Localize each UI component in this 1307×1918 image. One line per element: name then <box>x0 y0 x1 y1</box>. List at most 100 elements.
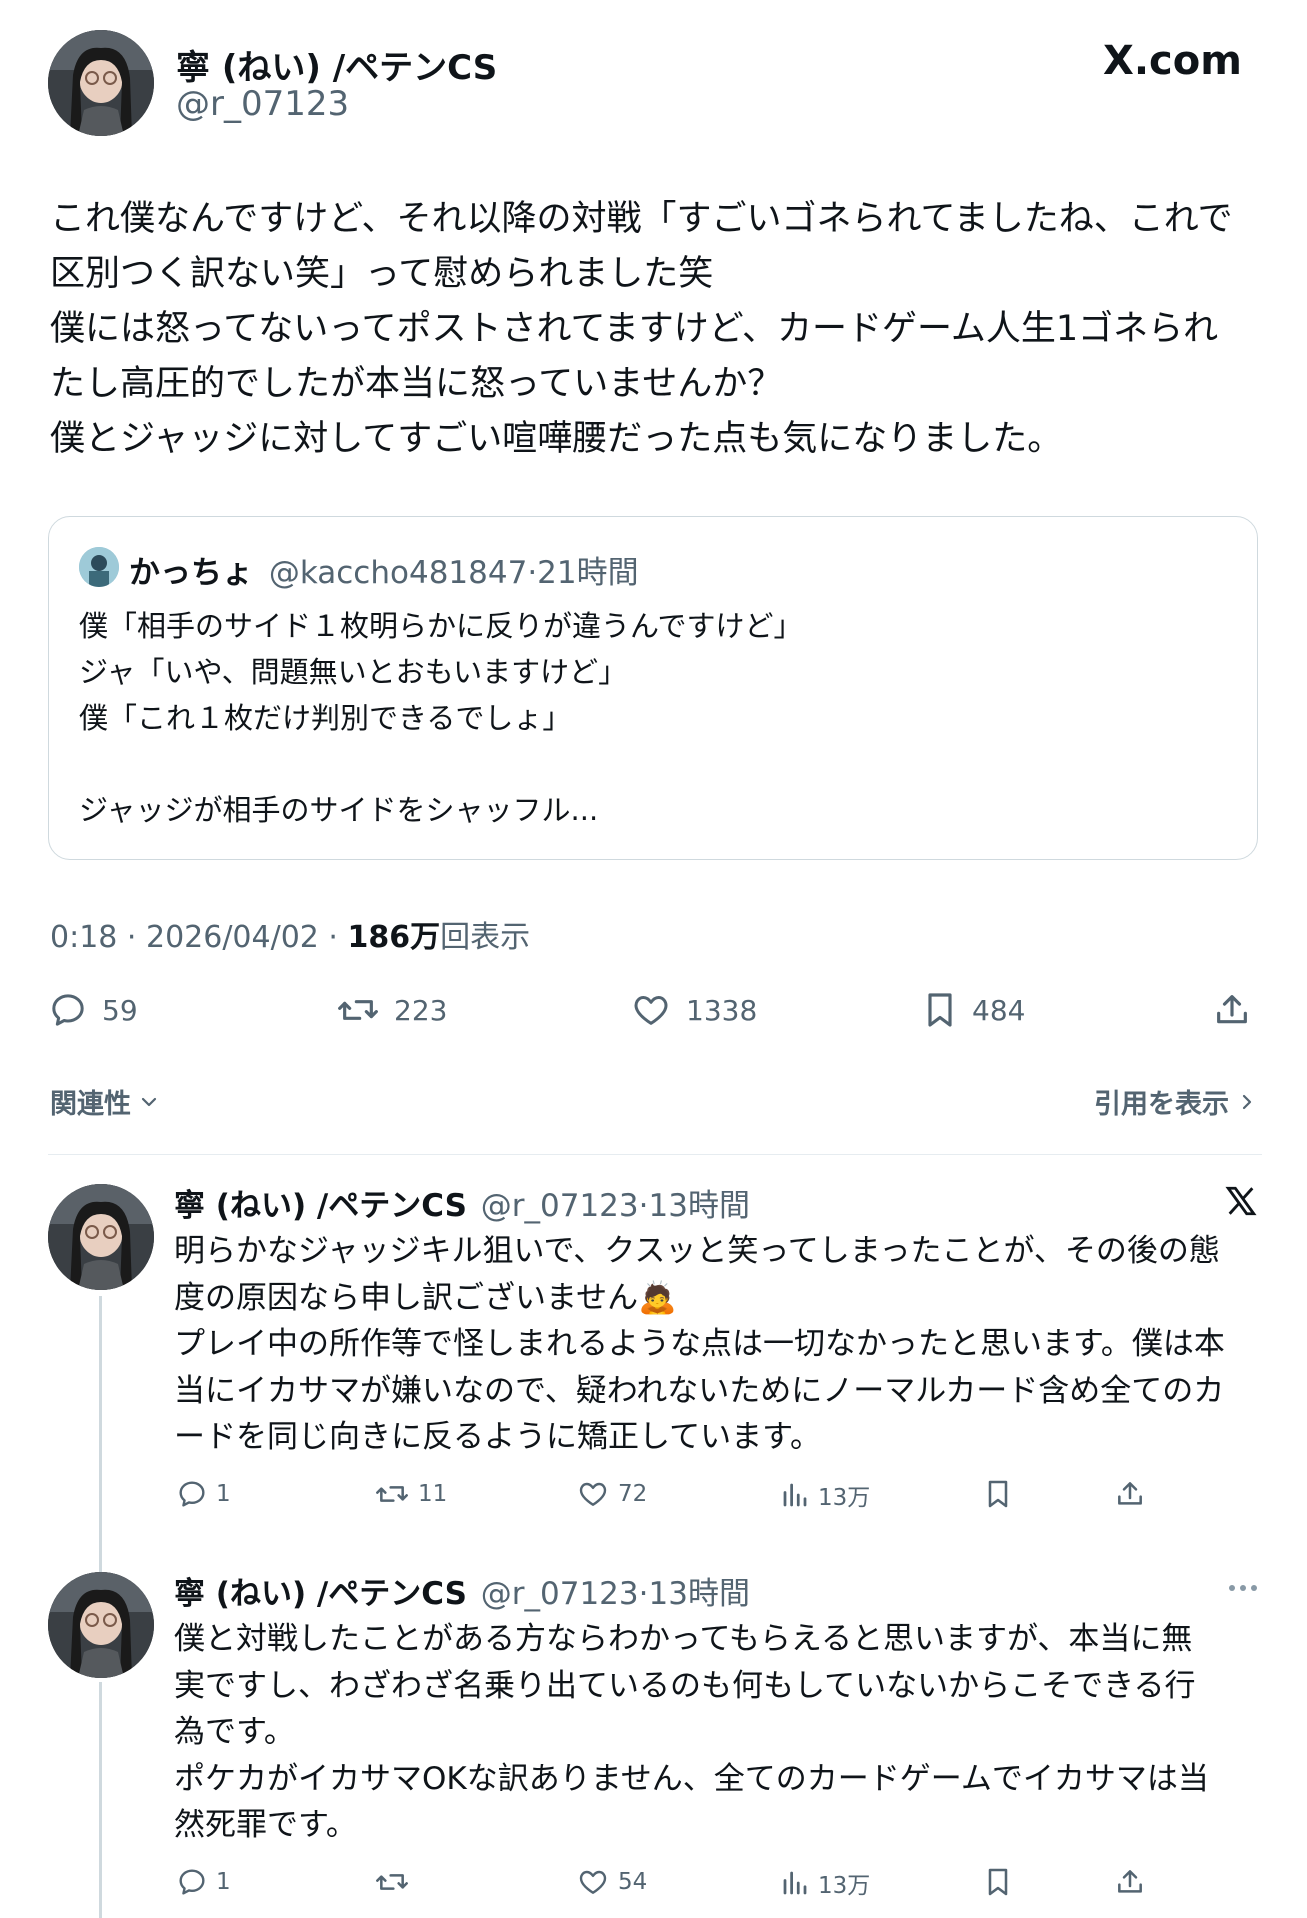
x-small-logo <box>1224 1184 1258 1222</box>
author-avatar[interactable] <box>48 30 154 136</box>
reply-author-name[interactable]: 寧 (ねい) /ペテンCS <box>174 1188 467 1224</box>
thread-connector <box>99 1682 102 1918</box>
views-label: 回表示 <box>440 920 531 955</box>
reply-text-line: 度の原因なら申し訳ございません🙇 <box>174 1279 677 1316</box>
quote-author-avatar <box>79 547 119 587</box>
reply-text-line: 僕と対戦したことがある方ならわかってもらえると思いますが、本当に無 <box>174 1621 1193 1657</box>
heart-icon <box>579 1870 607 1894</box>
views-count: 13万 <box>818 1485 871 1511</box>
post-text-line: 区別つく訳ない笑」って慰められました笑 <box>50 254 714 294</box>
reply-text-line: 当にイカサマが嫌いなので、疑われないためにノーマルカード含め全てのカ <box>174 1372 1225 1409</box>
reply-count: 1 <box>216 1481 231 1507</box>
share-icon <box>1118 1482 1142 1505</box>
reply-text-line: 実ですし、わざわざ名乗り出ているのも何もしていないからこそできる行 <box>174 1667 1196 1704</box>
reply-time[interactable]: ·13時間 <box>639 1188 750 1224</box>
post-text-line: これ僕なんですけど、それ以降の対戦「すごいゴネられてましたね、これで <box>50 199 1233 239</box>
reply-like-button[interactable]: 54 <box>576 1866 647 1898</box>
repost-icon <box>376 1874 408 1890</box>
reply-reply-button[interactable]: 1 <box>176 1866 231 1898</box>
reply-repost-button[interactable]: 11 <box>374 1478 447 1510</box>
reply-author-handle[interactable]: @r_07123 <box>481 1576 639 1612</box>
reply-views-button[interactable]: 13万 <box>780 1866 870 1900</box>
reply-author-avatar[interactable] <box>48 1572 154 1678</box>
reply-text-line: ポケカがイカサマOKな訳ありません、全てのカードゲームでイカサマは当 <box>174 1760 1209 1797</box>
bookmark-icon <box>988 1480 1008 1508</box>
quoted-post[interactable]: かっちょ @kaccho481847·21時間 僕「相手のサイド１枚明らかに反り… <box>48 516 1258 860</box>
reply-time[interactable]: ·13時間 <box>639 1576 750 1612</box>
bookmark-icon <box>928 993 952 1027</box>
divider <box>48 1154 1262 1155</box>
reply-share-button[interactable] <box>1114 1478 1154 1510</box>
heart-icon <box>634 996 668 1025</box>
more-options-button[interactable] <box>1226 1578 1260 1602</box>
reply-repost-button[interactable] <box>374 1866 418 1898</box>
reply-text-line: 然死罪です。 <box>174 1807 357 1843</box>
reply-author-avatar[interactable] <box>48 1184 154 1290</box>
reply-text-line: 明らかなジャッジキル狙いで、クスッと笑ってしまったことが、その後の態 <box>174 1233 1220 1269</box>
post-text-line: たし高圧的でしたが本当に怒っていませんか？ <box>50 364 783 404</box>
heart-icon <box>579 1482 607 1506</box>
analytics-icon <box>783 1483 807 1507</box>
post-text: これ僕なんですけど、それ以降の対戦「すごいゴネられてましたね、これで 区別つく訳… <box>50 192 1270 467</box>
sort-dropdown[interactable]: 関連性 <box>50 1082 161 1121</box>
quote-text-line: 僕「これ１枚だけ判別できるでしょ」 <box>79 701 572 735</box>
quote-text-line <box>79 741 803 787</box>
share-button[interactable] <box>1212 990 1266 1030</box>
reply-text-line: 為です。 <box>174 1714 295 1750</box>
views-count: 186万 <box>347 920 441 955</box>
views-count: 13万 <box>818 1873 871 1899</box>
reply-bookmark-button[interactable] <box>984 1866 1020 1898</box>
chevron-down-icon <box>141 1097 157 1106</box>
bookmark-count: 484 <box>972 993 1026 1027</box>
post-timestamp[interactable]: 0:18 · 2026/04/02 · <box>50 920 348 955</box>
reply-text-line: ードを同じ向きに反るように矯正しています。 <box>174 1419 821 1455</box>
reply-text: 明らかなジャッジキル狙いで、クスッと笑ってしまったことが、その後の態 度の原因な… <box>174 1228 1284 1461</box>
reply-icon <box>179 1869 205 1895</box>
like-count: 1338 <box>686 993 758 1027</box>
reply-header: 寧 (ねい) /ペテンCS @r_07123·13時間 <box>174 1568 750 1613</box>
author-display-name[interactable]: 寧 (ねい) /ペテンCS <box>176 40 497 89</box>
reply-bookmark-button[interactable] <box>984 1478 1020 1510</box>
reply-button[interactable]: 59 <box>48 990 138 1030</box>
repost-icon <box>376 1486 408 1502</box>
repost-count: 11 <box>418 1481 448 1507</box>
reply-views-button[interactable]: 13万 <box>780 1478 870 1512</box>
post-text-line: 僕には怒ってないってポストされてますけど、カードゲーム人生1ゴネられ <box>50 309 1219 349</box>
repost-count: 223 <box>394 993 448 1027</box>
reply-author-name[interactable]: 寧 (ねい) /ペテンCS <box>174 1576 467 1612</box>
post-text-line: 僕とジャッジに対してすごい喧嘩腰だった点も気になりました。 <box>50 419 1063 459</box>
quote-author-handle: @kaccho481847 <box>268 555 528 591</box>
reply-icon <box>52 994 84 1026</box>
x-logo: X.com <box>1103 38 1242 84</box>
post-meta: 0:18 · 2026/04/02 · 186万回表示 <box>50 912 530 956</box>
reply-author-handle[interactable]: @r_07123 <box>481 1188 639 1224</box>
quote-time: ·21時間 <box>527 555 639 591</box>
quote-author-name: かっちょ <box>129 555 253 591</box>
view-quotes-label: 引用を表示 <box>1094 1089 1229 1120</box>
thread-connector <box>99 1296 102 1572</box>
quote-text: 僕「相手のサイド１枚明らかに反りが違うんですけど」 ジャ「いや、問題無いとおもい… <box>79 603 803 833</box>
bookmark-icon <box>988 1868 1008 1896</box>
reply-like-button[interactable]: 72 <box>576 1478 647 1510</box>
more-dots-icon <box>1229 1585 1257 1591</box>
reply-header: 寧 (ねい) /ペテンCS @r_07123·13時間 <box>174 1180 750 1225</box>
reply-icon <box>179 1481 205 1507</box>
reply-text: 僕と対戦したことがある方ならわかってもらえると思いますが、本当に無 実ですし、わ… <box>174 1616 1284 1849</box>
reply-count: 1 <box>216 1869 231 1895</box>
chevron-right-icon <box>1242 1094 1252 1109</box>
repost-button[interactable]: 223 <box>336 990 447 1030</box>
view-quotes-link[interactable]: 引用を表示 <box>1094 1082 1259 1121</box>
sort-label: 関連性 <box>50 1089 131 1120</box>
author-handle[interactable]: @r_07123 <box>176 84 349 124</box>
quote-text-line: ジャッジが相手のサイドをシャッフル... <box>79 793 599 827</box>
reply-text-line: プレイ中の所作等で怪しまれるような点は一切なかったと思います。僕は本 <box>174 1326 1225 1362</box>
quote-text-line: ジャ「いや、問題無いとおもいますけど」 <box>79 655 628 689</box>
quote-text-line: 僕「相手のサイド１枚明らかに反りが違うんですけど」 <box>79 609 803 643</box>
reply-reply-button[interactable]: 1 <box>176 1478 231 1510</box>
share-icon <box>1118 1870 1142 1893</box>
bookmark-button[interactable]: 484 <box>922 990 1025 1030</box>
like-count: 54 <box>618 1869 648 1895</box>
reply-share-button[interactable] <box>1114 1866 1154 1898</box>
like-button[interactable]: 1338 <box>630 990 757 1030</box>
share-icon <box>1217 995 1247 1024</box>
